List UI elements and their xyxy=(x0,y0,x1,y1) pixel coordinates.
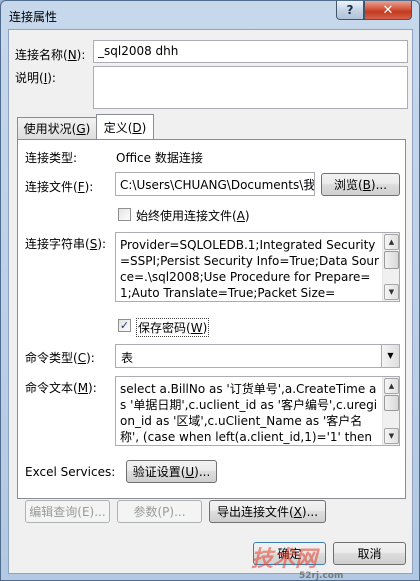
help-icon: ? xyxy=(346,3,354,17)
command-text-label: 命令文本(M): xyxy=(25,381,97,395)
connection-string-textarea[interactable]: Provider=SQLOLEDB.1;Integrated Security=… xyxy=(115,232,400,302)
parameters-button[interactable]: 参数(P)... xyxy=(117,500,202,523)
chevron-down-icon[interactable]: ▼ xyxy=(381,345,399,367)
scroll-up-icon[interactable]: ▲ xyxy=(384,234,399,250)
auth-settings-button[interactable]: 验证设置(U)... xyxy=(126,460,217,483)
connection-file-label: 连接文件(F): xyxy=(25,180,94,194)
description-input[interactable] xyxy=(93,66,408,109)
browse-button-label: 浏览(B)... xyxy=(333,178,388,192)
always-use-connection-file-label: 始终使用连接文件(A) xyxy=(136,209,250,223)
connection-type-value: Office 数据连接 xyxy=(116,151,203,165)
save-password-label: 保存密码(W) xyxy=(136,318,210,337)
connection-type-label: 连接类型: xyxy=(25,151,78,165)
scroll-up-icon[interactable]: ▲ xyxy=(384,378,399,394)
connection-name-label: 连接名称(N): xyxy=(15,48,86,62)
connection-file-input[interactable]: C:\Users\CHUANG\Documents\我 xyxy=(115,172,315,196)
tab-definition-label: 定义(D) xyxy=(103,120,147,135)
title-bar: 连接属性 ? ✕ xyxy=(1,1,419,29)
auth-settings-button-label: 验证设置(U)... xyxy=(132,465,211,479)
dialog-body: 连接名称(N): _sql2008 dhh 说明(I): 使用状况(G) 定义(… xyxy=(8,29,413,574)
command-type-value: 表 xyxy=(121,351,134,365)
dialog-window: 连接属性 ? ✕ 连接名称(N): _sql2008 dhh 说明(I): 使用… xyxy=(0,0,420,581)
scroll-down-icon[interactable]: ▼ xyxy=(384,284,399,300)
connection-name-input[interactable]: _sql2008 dhh xyxy=(93,40,408,63)
close-button[interactable]: ✕ xyxy=(364,1,412,20)
connection-string-label: 连接字符串(S): xyxy=(25,237,107,251)
window-title: 连接属性 xyxy=(9,10,58,24)
description-label: 说明(I): xyxy=(15,71,56,85)
command-text-text: select a.BillNo as '订货单号',a.CreateTime a… xyxy=(120,382,378,444)
help-button[interactable]: ? xyxy=(336,1,364,20)
close-icon: ✕ xyxy=(382,2,394,18)
scroll-thumb[interactable] xyxy=(384,251,399,269)
command-text-textarea[interactable]: select a.BillNo as '订货单号',a.CreateTime a… xyxy=(115,376,400,446)
scroll-thumb[interactable] xyxy=(384,395,399,411)
excel-services-label: Excel Services: xyxy=(25,465,116,479)
definition-panel: 连接类型: Office 数据连接 连接文件(F): C:\Users\CHUA… xyxy=(17,139,406,499)
connection-string-scrollbar[interactable]: ▲ ▼ xyxy=(382,233,399,301)
export-connection-file-button[interactable]: 导出连接文件(X)... xyxy=(209,500,326,523)
browse-button[interactable]: 浏览(B)... xyxy=(321,173,400,196)
tab-definition[interactable]: 定义(D) xyxy=(96,114,154,139)
scroll-down-icon[interactable]: ▼ xyxy=(384,428,399,444)
command-type-label: 命令类型(C): xyxy=(25,351,95,365)
edit-query-button[interactable]: 编辑查询(E)... xyxy=(25,500,110,523)
export-connection-file-label: 导出连接文件(X)... xyxy=(216,505,319,519)
tab-usage-label: 使用状况(G) xyxy=(23,122,91,136)
watermark-logo: 技术网 52rj.com xyxy=(251,547,344,581)
tab-usage[interactable]: 使用状况(G) xyxy=(17,117,97,139)
always-use-connection-file-checkbox[interactable] xyxy=(118,208,131,221)
connection-string-text: Provider=SQLOLEDB.1;Integrated Security=… xyxy=(120,238,379,300)
command-type-select[interactable]: 表 ▼ xyxy=(115,344,400,368)
command-text-scrollbar[interactable]: ▲ ▼ xyxy=(382,377,399,445)
save-password-checkbox[interactable]: ✓ xyxy=(118,319,131,332)
